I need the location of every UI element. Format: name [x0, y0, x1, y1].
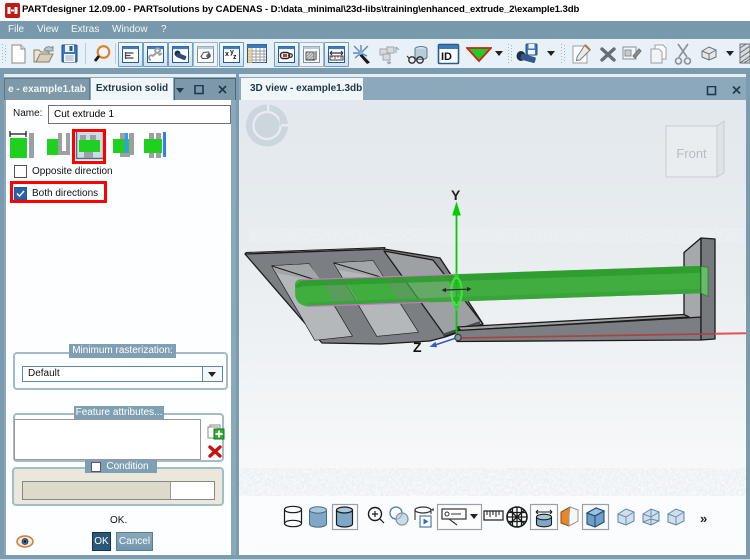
- svg-text:Z: Z: [413, 339, 422, 355]
- svg-text:»: »: [700, 511, 707, 526]
- svg-text:ID: ID: [441, 51, 452, 63]
- svg-text:z: z: [233, 54, 237, 61]
- svg-text:Y: Y: [451, 187, 461, 203]
- svg-text:x: x: [225, 51, 229, 58]
- svg-text:Front: Front: [676, 146, 707, 161]
